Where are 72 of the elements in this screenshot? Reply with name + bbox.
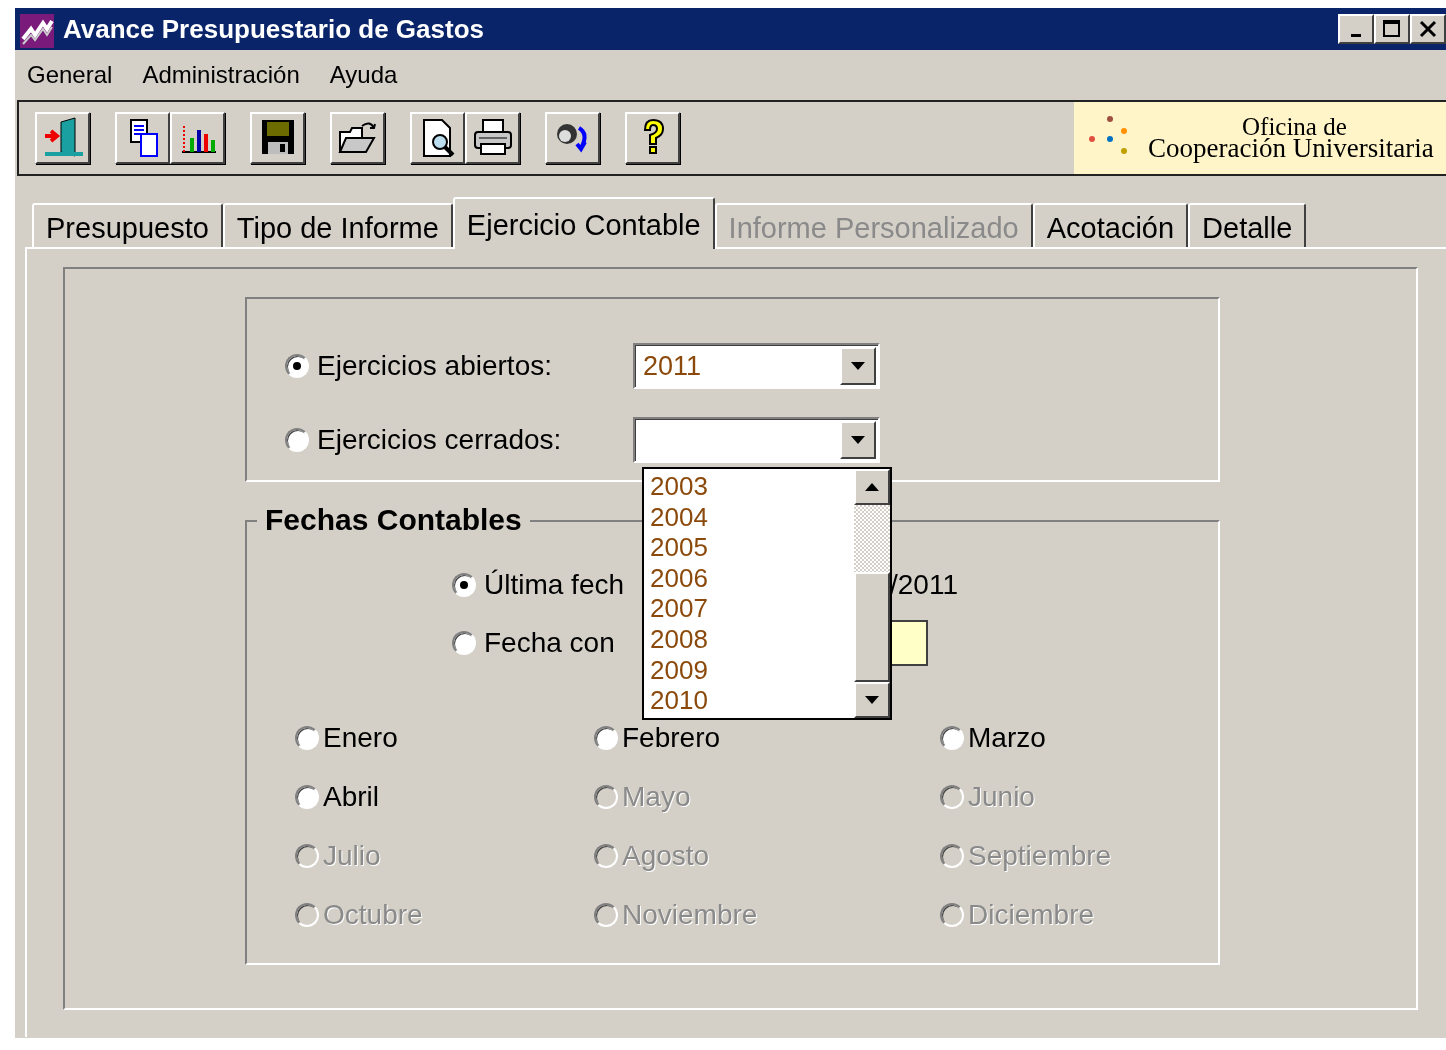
- tab[interactable]: Detalle: [1188, 203, 1307, 247]
- list-item[interactable]: 2007: [650, 593, 854, 624]
- close-icon: [1418, 19, 1438, 39]
- list-item[interactable]: 2005: [650, 532, 854, 563]
- scroll-thumb[interactable]: [854, 572, 890, 682]
- radio-label: Agosto: [622, 839, 710, 873]
- people-arrow-button[interactable]: [545, 112, 600, 164]
- tab[interactable]: Acotación: [1032, 203, 1189, 247]
- radio-button[interactable]: [285, 428, 309, 452]
- date-field[interactable]: [890, 620, 928, 666]
- list-item[interactable]: 2010: [650, 685, 854, 716]
- caret-up-icon: [865, 483, 879, 491]
- tab[interactable]: Tipo de Informe: [222, 203, 453, 247]
- maximize-button[interactable]: [1374, 14, 1410, 44]
- radio-label: Junio: [968, 780, 1035, 814]
- caret-down-icon: [851, 362, 865, 370]
- radio-label: Abril: [323, 780, 379, 814]
- minimize-icon: [1351, 33, 1361, 37]
- radio-button[interactable]: [295, 726, 319, 750]
- menu-item[interactable]: Ayuda: [329, 57, 398, 93]
- radio-label: Ejercicios abiertos:: [317, 349, 553, 383]
- radio-label: Mayo: [622, 780, 691, 814]
- radio-button[interactable]: [452, 631, 476, 655]
- menu-item[interactable]: General: [27, 57, 113, 93]
- close-button[interactable]: [1410, 14, 1446, 44]
- menu-item[interactable]: Administración: [142, 57, 300, 93]
- radio-label: Enero: [323, 721, 398, 755]
- caret-down-icon: [865, 696, 879, 704]
- radio-button[interactable]: [452, 573, 476, 597]
- open-folder-button[interactable]: [330, 112, 385, 164]
- radio-label: Noviembre: [622, 898, 758, 932]
- logo-text: Cooperación Universitaria: [1148, 137, 1434, 161]
- caret-down-icon: [851, 436, 865, 444]
- date-text: /2011: [890, 568, 958, 602]
- radio-label: Marzo: [968, 721, 1046, 755]
- radio-label: Septiembre: [968, 839, 1112, 873]
- list-item[interactable]: 2009: [650, 654, 854, 686]
- scroll-down-button[interactable]: [854, 682, 890, 718]
- floppy-disk-button[interactable]: [250, 112, 305, 164]
- radio-button[interactable]: [940, 726, 964, 750]
- dropdown-button[interactable]: [840, 347, 876, 385]
- list-item[interactable]: 2003: [650, 471, 854, 502]
- help-button[interactable]: [625, 112, 680, 164]
- scroll-up-button[interactable]: [854, 469, 890, 505]
- radio-label: Diciembre: [968, 898, 1095, 932]
- radio-label: Octubre: [323, 898, 423, 932]
- radio-label: Última fech: [484, 568, 625, 602]
- tab[interactable]: Presupuesto: [32, 203, 223, 247]
- exit-door-button[interactable]: [35, 112, 90, 164]
- list-item[interactable]: 2008: [650, 623, 854, 655]
- radio-button[interactable]: [285, 354, 309, 378]
- radio-label: Ejercicios cerrados:: [317, 423, 563, 457]
- maximize-icon: [1382, 19, 1402, 39]
- dropdown-button[interactable]: [840, 421, 876, 459]
- logo-text: Oficina de: [1242, 115, 1347, 138]
- radio-label: Fecha con: [484, 626, 615, 660]
- combo-box[interactable]: [633, 417, 880, 463]
- bar-chart-button[interactable]: [170, 112, 225, 164]
- list-item[interactable]: 2004: [650, 501, 854, 533]
- radio-label: Julio: [323, 839, 381, 873]
- copy-pages-button[interactable]: [115, 112, 170, 164]
- radio-button[interactable]: [594, 726, 618, 750]
- printer-button[interactable]: [465, 112, 520, 164]
- radio-label: Febrero: [622, 721, 721, 755]
- combo-box[interactable]: 2011: [633, 343, 880, 389]
- window-title: Avance Presupuestario de Gastos: [63, 12, 485, 46]
- radio-button[interactable]: [295, 785, 319, 809]
- tab[interactable]: Ejercicio Contable: [452, 197, 715, 249]
- minimize-button[interactable]: [1338, 14, 1374, 44]
- print-preview-button[interactable]: [410, 112, 465, 164]
- list-item[interactable]: 2006: [650, 562, 854, 594]
- combo-value: 2011: [643, 349, 702, 383]
